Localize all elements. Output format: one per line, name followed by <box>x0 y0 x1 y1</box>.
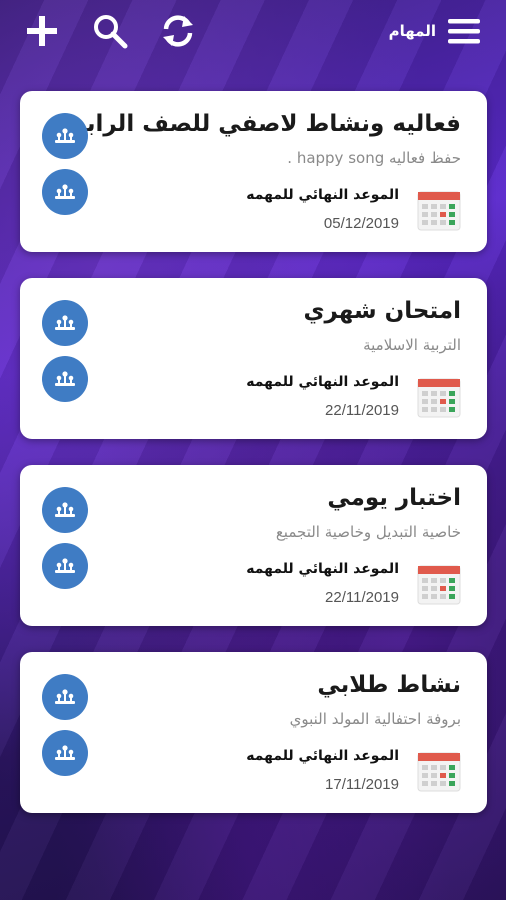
task-subtitle: التربية الاسلامية <box>363 336 461 354</box>
task-action-button[interactable] <box>42 543 88 589</box>
search-icon <box>94 15 128 49</box>
deadline-date: 17/11/2019 <box>325 776 399 793</box>
chess-pieces-icon <box>55 745 75 760</box>
add-button[interactable] <box>22 11 62 51</box>
task-action-button[interactable] <box>42 113 88 159</box>
task-title: نشاط طلابي <box>317 672 461 698</box>
deadline-date: 05/12/2019 <box>323 215 399 232</box>
page-title: المهام <box>388 22 436 40</box>
calendar-icon <box>417 191 461 231</box>
calendar-icon <box>417 565 461 605</box>
task-card[interactable]: نشاط طلابي بروفة احتفالية المولد النبوي … <box>20 652 487 813</box>
calendar-icon <box>417 752 461 792</box>
task-card[interactable]: امتحان شهري التربية الاسلامية الموعد الن… <box>20 278 487 439</box>
task-action-button[interactable] <box>42 487 88 533</box>
deadline-date: 22/11/2019 <box>325 589 399 606</box>
task-subtitle: حفظ فعاليه happy song . <box>287 149 461 167</box>
chess-pieces-icon <box>55 315 75 330</box>
task-title: اختبار يومي <box>327 485 461 511</box>
chess-pieces-icon <box>55 502 75 517</box>
deadline-date: 22/11/2019 <box>325 402 399 419</box>
top-bar: المهام <box>0 0 506 62</box>
menu-icon <box>448 19 480 44</box>
chess-pieces-icon <box>55 689 75 704</box>
task-card[interactable]: فعاليه ونشاط لاصفي للصف الرابع حفظ فعالي… <box>20 91 487 252</box>
refresh-icon <box>163 15 193 47</box>
task-action-button[interactable] <box>42 356 88 402</box>
chess-pieces-icon <box>55 184 75 199</box>
task-action-button[interactable] <box>42 674 88 720</box>
deadline-label: الموعد النهائي للمهمه <box>246 561 399 577</box>
chess-pieces-icon <box>55 371 75 386</box>
chess-pieces-icon <box>55 128 75 143</box>
task-card[interactable]: اختبار يومي خاصية التبديل وخاصية التجميع… <box>20 465 487 626</box>
task-subtitle: خاصية التبديل وخاصية التجميع <box>275 523 461 541</box>
task-action-button[interactable] <box>42 169 88 215</box>
deadline-label: الموعد النهائي للمهمه <box>246 187 399 203</box>
search-button[interactable] <box>90 11 130 51</box>
menu-button[interactable] <box>444 11 484 51</box>
task-action-button[interactable] <box>42 730 88 776</box>
calendar-icon <box>417 378 461 418</box>
chess-pieces-icon <box>55 558 75 573</box>
task-title: امتحان شهري <box>303 298 461 324</box>
toolbar-actions <box>22 11 198 51</box>
deadline-label: الموعد النهائي للمهمه <box>246 748 399 764</box>
add-icon <box>27 16 57 46</box>
title-area: المهام <box>389 11 484 51</box>
task-action-button[interactable] <box>42 300 88 346</box>
refresh-button[interactable] <box>158 11 198 51</box>
deadline-label: الموعد النهائي للمهمه <box>246 374 399 390</box>
task-subtitle: بروفة احتفالية المولد النبوي <box>289 710 461 728</box>
task-title: فعاليه ونشاط لاصفي للصف الرابع <box>71 111 461 137</box>
